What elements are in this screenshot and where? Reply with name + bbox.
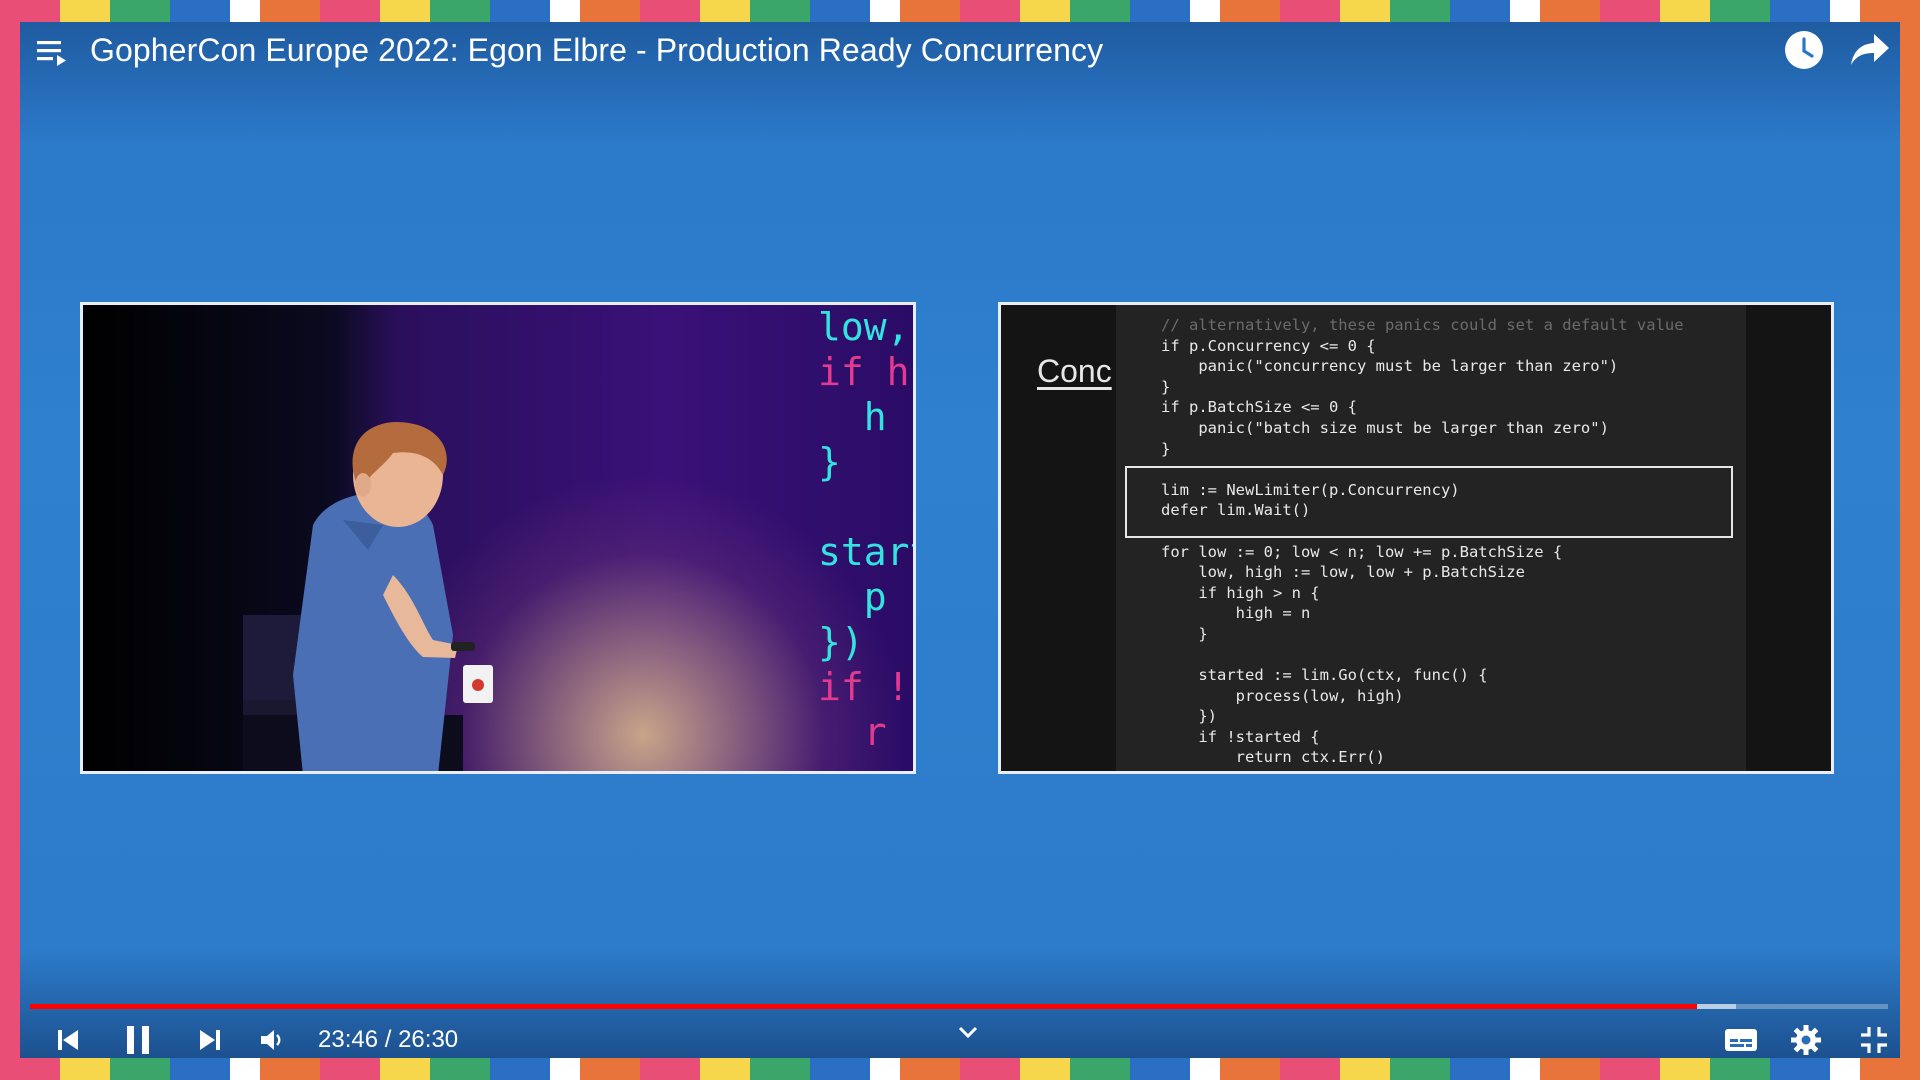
pause-icon[interactable]	[118, 1020, 158, 1058]
code-line: defer lim.Wait()	[1161, 501, 1311, 520]
code-line: started := lim.Go(ctx, func() {	[1161, 666, 1488, 685]
duration: 26:30	[398, 1026, 459, 1053]
subtitles-icon[interactable]	[1718, 1020, 1764, 1058]
current-time: 23:46	[318, 1026, 379, 1053]
code-line: panic("batch size must be larger than ze…	[1161, 418, 1609, 437]
stage-line: })	[818, 620, 864, 664]
stage-line: if !s	[818, 665, 913, 709]
code-line: low, high := low, low + p.BatchSize	[1161, 563, 1525, 582]
code-line: high = n	[1161, 604, 1311, 623]
code-line: return ctx.Err()	[1161, 748, 1385, 767]
code-line: }	[1161, 439, 1171, 458]
stage-camera-view: low, if h h } start p }) if !s r	[80, 302, 916, 774]
chevron-down-icon[interactable]	[950, 1016, 986, 1048]
stage-line: low,	[818, 305, 910, 349]
stage-screen-code: low, if h h } start p }) if !s r	[818, 305, 913, 755]
code-line: process(low, high)	[1161, 686, 1404, 705]
stage-line: h	[818, 395, 887, 439]
skip-previous-icon[interactable]	[48, 1020, 88, 1058]
playlist-icon[interactable]	[30, 30, 74, 74]
stage-line: }	[818, 440, 841, 484]
code-line: for low := 0; low < n; low += p.BatchSiz…	[1161, 542, 1563, 561]
code-line: if p.BatchSize <= 0 {	[1161, 398, 1357, 417]
slide-title: Conc	[1037, 353, 1112, 389]
clock-icon[interactable]	[1780, 26, 1828, 74]
gear-icon[interactable]	[1786, 1020, 1826, 1058]
video-player[interactable]: GopherCon Europe 2022: Egon Elbre - Prod…	[20, 22, 1900, 1058]
code-line: // alternatively, these panics could set…	[1161, 316, 1684, 334]
stage-line: p	[818, 575, 887, 619]
exit-fullscreen-icon[interactable]	[1854, 1020, 1894, 1058]
code-line: if high > n {	[1161, 583, 1320, 602]
stage-line: start	[818, 530, 913, 574]
slide-code: // alternatively, these panics could set…	[1161, 315, 1684, 768]
progress-bar[interactable]	[30, 1004, 1888, 1009]
code-line: }	[1161, 377, 1171, 396]
code-line: })	[1161, 707, 1217, 726]
time-separator: /	[384, 1026, 392, 1053]
presenter-figure	[243, 422, 493, 771]
skip-next-icon[interactable]	[190, 1020, 230, 1058]
slide-view: Conc // alternatively, these panics coul…	[998, 302, 1834, 774]
stage-line: if h	[818, 350, 910, 394]
video-title[interactable]: GopherCon Europe 2022: Egon Elbre - Prod…	[90, 26, 1103, 74]
code-line: if !started {	[1161, 727, 1320, 746]
share-icon[interactable]	[1846, 26, 1894, 74]
stage-line: r	[818, 710, 887, 754]
code-line: if p.Concurrency <= 0 {	[1161, 336, 1376, 355]
code-line: }	[1161, 624, 1208, 643]
volume-icon[interactable]	[252, 1020, 292, 1058]
time-display: 23:46 / 26:30	[318, 1022, 458, 1058]
code-line: panic("concurrency must be larger than z…	[1161, 357, 1619, 376]
code-line: lim := NewLimiter(p.Concurrency)	[1161, 480, 1460, 499]
progress-played	[30, 1004, 1697, 1009]
